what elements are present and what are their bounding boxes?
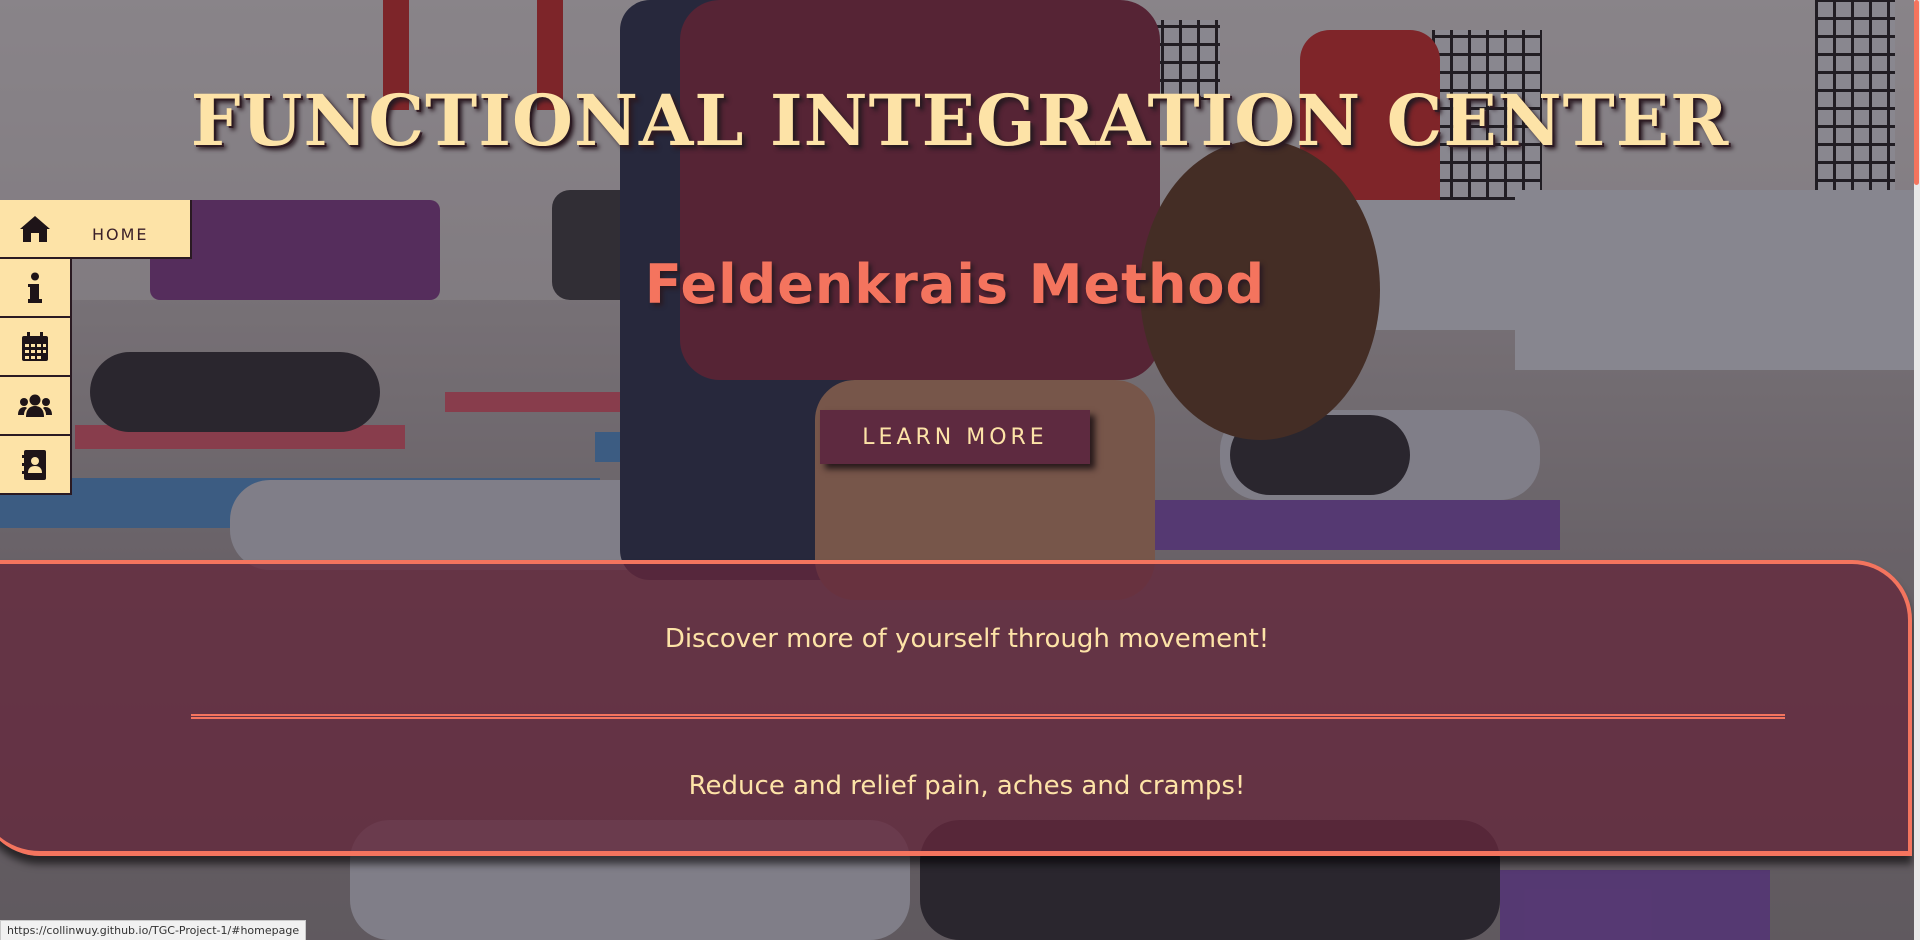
hero-subtitle: Feldenkrais Method bbox=[644, 253, 1266, 316]
scrollbar-thumb[interactable] bbox=[1914, 0, 1919, 185]
info-tagline-2: Reduce and relief pain, aches and cramps… bbox=[688, 771, 1246, 801]
nav-item-schedule[interactable] bbox=[0, 318, 72, 377]
nav-item-home[interactable]: HOME bbox=[0, 200, 192, 259]
nav-item-about[interactable] bbox=[0, 259, 72, 318]
learn-more-button[interactable]: LEARN MORE bbox=[820, 410, 1090, 464]
info-tagline-1: Discover more of yourself through moveme… bbox=[664, 624, 1270, 654]
nav-home-label: HOME bbox=[92, 225, 149, 244]
calendar-icon bbox=[0, 331, 70, 362]
nav-item-contact[interactable] bbox=[0, 436, 72, 495]
info-divider bbox=[191, 714, 1785, 719]
info-panel: Discover more of yourself through moveme… bbox=[0, 560, 1912, 856]
site-title: FUNCTIONAL INTEGRATION CENTER bbox=[190, 79, 1730, 162]
status-bar-url: https://collinwuy.github.io/TGC-Project-… bbox=[0, 920, 307, 940]
contact-book-icon bbox=[0, 449, 70, 480]
nav-item-community[interactable] bbox=[0, 377, 72, 436]
page-scrollbar[interactable] bbox=[1914, 0, 1920, 940]
users-icon bbox=[0, 394, 70, 418]
home-icon bbox=[0, 214, 70, 244]
side-navigation: HOME bbox=[0, 200, 192, 495]
info-icon bbox=[0, 272, 70, 304]
homepage: FUNCTIONAL INTEGRATION CENTER Feldenkrai… bbox=[0, 0, 1920, 940]
